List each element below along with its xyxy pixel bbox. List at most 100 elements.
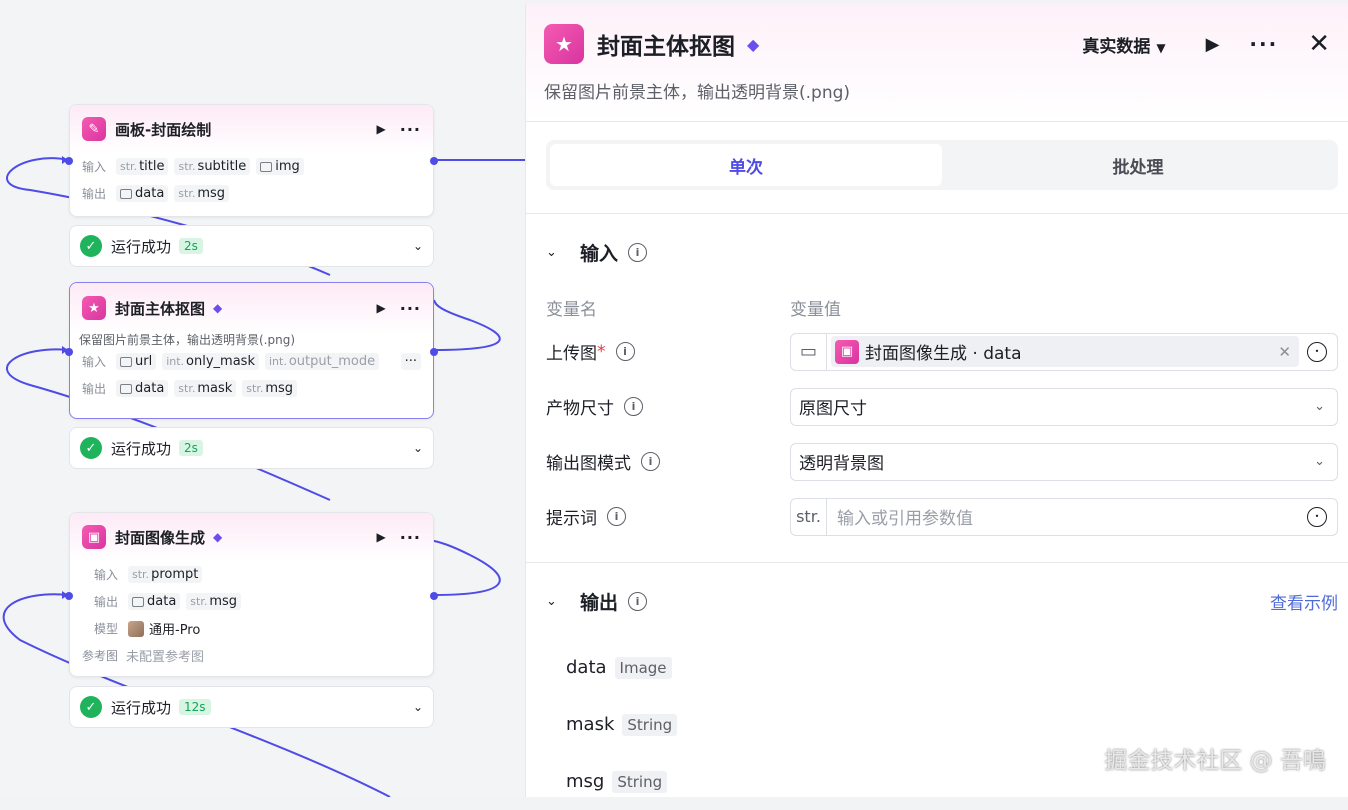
prompt-input[interactable]: str. 输入或引用参数值 • [790, 497, 1338, 536]
reference-target-icon[interactable]: • [1307, 341, 1327, 362]
node-inputs: 输入 str. title str. subtitle img [70, 153, 433, 180]
image-type-icon [132, 596, 144, 607]
reference-chip[interactable]: ▣ 封面图像生成 · data ✕ [831, 336, 1299, 367]
output-mode-select[interactable]: 透明背景图 ⌄ [790, 442, 1338, 481]
output-chip: data [116, 185, 169, 202]
more-options-button[interactable]: ··· [400, 528, 421, 547]
outputs-label: 输出 [82, 382, 107, 396]
output-section-header[interactable]: ⌄ 输出 i 查看示例 [546, 563, 1338, 639]
info-icon[interactable]: i [628, 242, 648, 262]
info-icon[interactable]: i [628, 591, 648, 611]
output-port[interactable] [430, 592, 438, 600]
chevron-down-icon[interactable]: ⌄ [413, 700, 423, 714]
close-icon[interactable]: ✕ [1308, 29, 1330, 59]
model-name: 通用-Pro [149, 623, 201, 638]
run-node-button[interactable]: ▶ [377, 530, 386, 544]
output-port[interactable] [430, 348, 438, 356]
field-label: 输出图模式 [546, 454, 631, 474]
field-output-size: 产物尺寸 i 原图尺寸 ⌄ [546, 379, 1338, 434]
input-chip: str. title [116, 158, 169, 175]
output-chip: data [116, 380, 169, 397]
field-upload-image: 上传图 * i ▭ ▣ 封面图像生成 · data ✕ • [546, 324, 1338, 379]
input-section: ⌄ 输入 i 变量名 变量值 上传图 * i ▭ ▣ 封面图像生成 · data ✕… [526, 214, 1348, 563]
inputs-label: 输入 [82, 355, 107, 369]
node-header: ✎ 画板-封面绘制 ▶ ··· [70, 105, 433, 153]
type-prefix: str. [132, 568, 150, 581]
param-name: output_mode [288, 354, 376, 369]
run-status-bar[interactable]: ✓ 运行成功 2s ⌄ [69, 225, 434, 267]
data-mode-dropdown[interactable]: 真实数据 ▼ [1082, 32, 1165, 57]
reference-target-icon[interactable]: • [1307, 506, 1327, 527]
info-icon[interactable]: i [607, 507, 626, 526]
output-chip: data [128, 593, 181, 610]
param-name: msg [197, 186, 226, 201]
more-options-button[interactable]: ··· [1249, 32, 1278, 56]
run-status-bar[interactable]: ✓ 运行成功 2s ⌄ [69, 427, 434, 469]
node-cover-generation[interactable]: ▣ 封面图像生成 ◆ ▶ ··· 输入 str. prompt 输出 data s… [65, 512, 438, 677]
section-title: 输出 [580, 591, 619, 614]
output-type: Image [614, 656, 672, 679]
field-prompt: 提示词 i str. 输入或引用参数值 • [546, 489, 1338, 544]
info-icon[interactable]: i [624, 397, 643, 416]
more-inputs-button[interactable]: ··· [400, 353, 421, 370]
chevron-down-icon[interactable]: ⌄ [413, 441, 423, 455]
node-canvas-draw[interactable]: ✎ 画板-封面绘制 ▶ ··· 输入 str. title str. subtitl… [65, 104, 438, 217]
chevron-down-icon[interactable]: ⌄ [546, 245, 570, 260]
more-options-button[interactable]: ··· [400, 120, 421, 139]
run-button[interactable]: ▶ [1206, 34, 1220, 55]
info-icon[interactable]: i [641, 452, 660, 471]
remove-reference-icon[interactable]: ✕ [1278, 343, 1291, 361]
node-header: ★ 封面主体抠图 ◆ ▶ ··· [70, 283, 433, 333]
edge-node2-out [433, 299, 501, 351]
string-type-prefix: str. [791, 498, 827, 535]
select-value: 原图尺寸 [799, 399, 867, 419]
image-gen-icon: ▣ [82, 525, 106, 549]
cutout-star-icon: ★ [544, 24, 584, 64]
input-chip: str. prompt [128, 566, 203, 583]
chevron-down-icon[interactable]: ⌄ [546, 594, 570, 609]
input-section-header[interactable]: ⌄ 输入 i [546, 214, 1338, 290]
col-variable-name: 变量名 [546, 299, 597, 320]
run-node-button[interactable]: ▶ [377, 301, 386, 315]
tab-single[interactable]: 单次 [550, 144, 942, 186]
input-placeholder: 输入或引用参数值 [837, 509, 973, 529]
node-subject-cutout[interactable]: ★ 封面主体抠图 ◆ ▶ ··· 保留图片前景主体，输出透明背景(.png) 输… [65, 282, 438, 419]
output-size-select[interactable]: 原图尺寸 ⌄ [790, 387, 1338, 426]
field-label: 提示词 [546, 509, 597, 529]
mode-tabs: 单次 批处理 [546, 140, 1338, 190]
premium-gem-icon: ◆ [213, 301, 223, 315]
workflow-canvas[interactable]: ✎ 画板-封面绘制 ▶ ··· 输入 str. title str. subtitl… [0, 0, 526, 797]
type-prefix: str. [246, 382, 264, 395]
status-text: 运行成功 [111, 237, 172, 256]
reference-text: 封面图像生成 · data [865, 344, 1022, 364]
duration-badge: 2s [179, 440, 203, 456]
outputs-label: 输出 [94, 595, 119, 609]
param-name: title [139, 159, 165, 174]
output-port[interactable] [430, 157, 438, 165]
node-description: 保留图片前景主体，输出透明背景(.png) [79, 333, 296, 347]
info-icon[interactable]: i [615, 342, 635, 361]
chevron-down-icon[interactable]: ⌄ [413, 239, 423, 253]
edge-node3-out [429, 539, 501, 596]
input-port[interactable] [65, 157, 73, 165]
param-name: msg [265, 381, 294, 396]
type-prefix: int. [268, 355, 287, 368]
input-chip: int. only_mask [162, 353, 259, 370]
param-name: prompt [151, 567, 199, 582]
input-port[interactable] [65, 592, 73, 600]
view-example-link[interactable]: 查看示例 [1270, 589, 1338, 614]
run-node-button[interactable]: ▶ [377, 122, 386, 136]
input-chip: str. subtitle [174, 158, 251, 175]
node-inputs: 输入 str. prompt [70, 561, 433, 588]
more-options-button[interactable]: ··· [400, 299, 421, 318]
input-chip: img [256, 158, 304, 175]
node-title: 画板-封面绘制 [115, 120, 212, 139]
input-port[interactable] [65, 348, 73, 356]
run-status-bar[interactable]: ✓ 运行成功 12s ⌄ [69, 686, 434, 728]
image-ref-input[interactable]: ▭ ▣ 封面图像生成 · data ✕ • [790, 332, 1338, 371]
success-check-icon: ✓ [80, 437, 102, 459]
node-title: 封面主体抠图 [115, 299, 206, 318]
model-avatar [128, 620, 144, 637]
output-chip: str. msg [242, 380, 298, 397]
tab-batch[interactable]: 批处理 [942, 144, 1334, 186]
